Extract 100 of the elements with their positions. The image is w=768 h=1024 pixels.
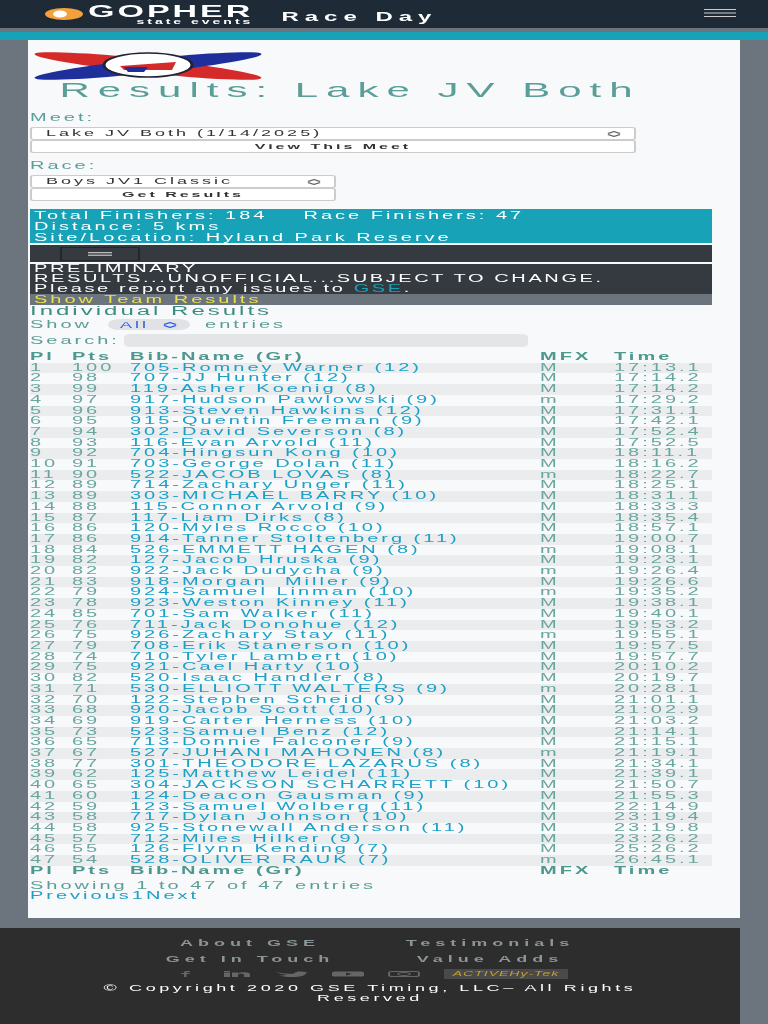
column-header[interactable]: Pts [72,352,130,363]
time-cell: 18:33.3 [614,501,712,513]
notice-text: RESULTS...UNOFFICIAL...SUBJECT TO CHANGE. [34,274,605,284]
time-cell: 19:57.5 [614,641,712,652]
collapse-button[interactable] [60,246,140,261]
runner-link[interactable]: 710-Tyler Lambert (10) [130,650,400,662]
runner-link[interactable]: 925-Stonewall Anderson (11) [130,821,468,833]
pagination-link[interactable]: Previous [30,891,132,902]
place-cell: 30 [30,673,72,684]
runner-link[interactable]: 116-Evan Arvold (11) [130,436,375,448]
time-cell: 21:14.1 [614,726,712,738]
gender-cell: m [540,587,614,599]
runner-link[interactable]: 714-Zachary Unger (11) [130,479,408,491]
gender-cell: M [540,576,614,588]
time-cell: 21:50.7 [614,780,712,791]
camera-icon[interactable] [388,971,421,977]
runner-link[interactable]: 126-Flynn Kending (7) [130,843,391,855]
footer-link[interactable]: Testimonials [405,938,575,949]
points-cell: 54 [72,855,130,866]
site-title: Race Day [281,10,438,24]
points-cell: 100 [72,362,130,374]
footer-link[interactable]: Value Adds [416,954,564,965]
updown-icon [306,178,322,185]
runner-link[interactable]: 304-JACKSON SCHARRETT (10) [130,779,512,791]
meet-select[interactable]: Lake JV Both (1/14/2025) [30,127,636,140]
runner-link[interactable]: 520-Isaac Handler (8) [130,672,387,684]
place-cell: 14 [30,501,72,513]
runner-link[interactable]: 120-Myles Rocco (10) [130,522,386,534]
gender-cell: M [540,555,614,567]
footer-link[interactable]: About GSE [180,938,320,949]
footer-link[interactable]: Get In Touch [165,954,335,965]
place-cell: 8 [30,437,72,449]
runner-link[interactable]: 301-THEODORE LAZARUS (8) [130,757,484,769]
race-select[interactable]: Boys JV1 Classic [30,175,336,188]
pagination-link[interactable]: Next [145,891,200,902]
place-cell: 27 [30,641,72,652]
runner-link[interactable]: 713-Donnie Falconer (9) [130,736,416,748]
column-header[interactable]: Time [614,352,712,363]
place-cell: 23 [30,598,72,609]
updown-icon [161,321,178,328]
runner-link[interactable]: 917-Hudson Pawlowski (9) [130,393,440,405]
menu-icon[interactable] [704,8,736,18]
place-cell: 25 [30,619,72,631]
time-cell: 20:19.7 [614,673,712,684]
runner-link[interactable]: 707-JJ Hunter (12) [130,372,351,384]
runner-link[interactable]: 123-Samuel Wolberg (11) [130,800,427,812]
runner-link[interactable]: 701-Sam Walker (11) [130,607,375,619]
pagination-link[interactable]: 1 [131,891,146,902]
time-cell: 17:31.1 [614,405,712,417]
runner-link[interactable]: 926-Zachary Stay (11) [130,629,391,641]
time-cell: 21:02.9 [614,705,712,716]
points-cell: 73 [72,726,130,738]
gender-cell: m [540,566,614,577]
view-meet-button[interactable]: View This Meet [30,140,636,153]
linkedin-icon[interactable] [224,971,253,977]
runner-link[interactable]: 919-Carter Herness (10) [130,714,416,726]
gender-cell: M [540,758,614,770]
place-cell: 9 [30,448,72,460]
place-cell: 43 [30,812,72,823]
points-cell: 67 [72,748,130,759]
video-play-icon[interactable] [332,971,365,977]
points-cell: 58 [72,812,130,823]
gender-cell: m [540,544,614,556]
time-cell: 17:14.2 [614,384,712,395]
column-header[interactable]: Bib-Name (Gr) [130,352,540,363]
runner-link[interactable]: 122-Stephen Scheid (9) [130,693,408,705]
time-cell: 20:28.1 [614,683,712,695]
gender-cell: M [540,651,614,663]
gender-cell: M [540,501,614,513]
points-cell: 74 [72,651,130,663]
points-cell: 86 [72,523,130,534]
page-size-select[interactable]: All [108,319,190,330]
gender-cell: M [540,641,614,652]
runner-link[interactable]: 924-Samuel Linman (10) [130,586,417,598]
points-cell: 82 [72,673,130,684]
time-cell: 25:26.2 [614,844,712,856]
gender-cell: M [540,598,614,609]
place-cell: 47 [30,855,72,866]
gender-cell: M [540,480,614,492]
time-cell: 19:08.1 [614,544,712,556]
runner-link[interactable]: 915-Quentin Freeman (9) [130,415,425,427]
place-cell: 35 [30,726,72,738]
gender-cell: M [540,608,614,620]
column-header[interactable]: Pl [30,352,72,363]
report-text: Please report any issues to GSE. [34,284,413,294]
gse-link[interactable]: GSE [353,283,404,294]
get-results-button[interactable]: Get Results [30,188,336,201]
time-cell: 23:19.4 [614,812,712,823]
runner-link[interactable]: 115-Connor Arvold (9) [130,500,389,512]
gender-cell: m [540,855,614,866]
runner-link[interactable]: 526-EMMETT HAGEN (8) [130,543,421,555]
place-cell: 24 [30,608,72,620]
runner-link[interactable]: 703-George Dolan (11) [130,458,398,470]
points-cell: 79 [72,641,130,652]
time-cell: 23:19.8 [614,822,712,834]
points-cell: 88 [72,501,130,513]
column-header[interactable]: MFX [540,352,614,363]
gender-cell: M [540,491,614,502]
runner-link[interactable]: 922-Jack Dudycha (9) [130,565,386,577]
twitter-icon[interactable] [276,971,309,977]
